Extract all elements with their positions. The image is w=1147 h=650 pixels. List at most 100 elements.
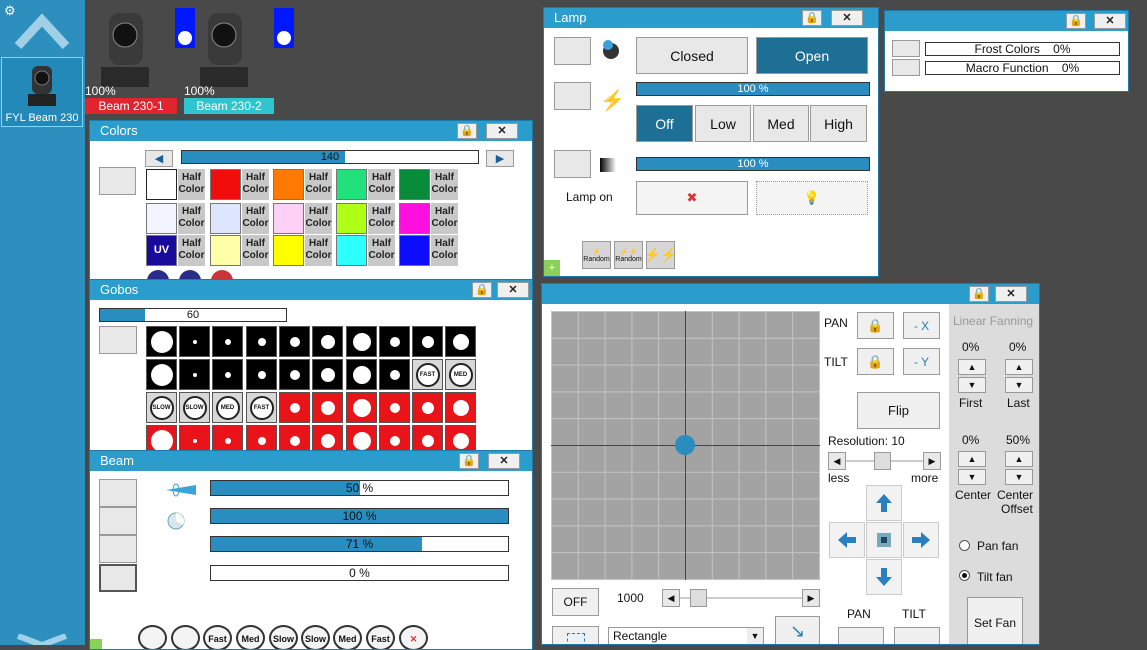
gobo-button[interactable] xyxy=(346,326,377,357)
beam-effect-button[interactable] xyxy=(171,625,200,649)
first-down-button[interactable]: ▼ xyxy=(958,377,986,393)
gobo-button[interactable]: FAST xyxy=(412,359,443,390)
color-swatch[interactable] xyxy=(210,203,241,234)
gobo-button[interactable] xyxy=(279,326,310,357)
gobo-button[interactable] xyxy=(312,392,343,423)
strobe-state-button[interactable] xyxy=(554,82,591,110)
color-swatch[interactable] xyxy=(210,235,241,266)
half-color-button[interactable]: Half Color xyxy=(431,203,458,234)
speed-prev-button[interactable]: ◀ xyxy=(662,589,680,607)
half-color-button[interactable]: Half Color xyxy=(305,235,332,266)
macro-toggle[interactable] xyxy=(892,59,920,76)
color-wheel-bar[interactable]: 140 xyxy=(181,150,479,164)
lock-icon[interactable]: 🔒 xyxy=(459,453,479,469)
shutter-state-button[interactable] xyxy=(554,37,591,65)
fixture-item-1[interactable]: 100% Beam 230-1 xyxy=(85,5,195,114)
effect-off-button[interactable]: OFF xyxy=(552,588,599,616)
collapse-down-icon[interactable] xyxy=(14,634,70,645)
macro-row[interactable]: Macro Function 0% xyxy=(925,61,1120,75)
gobo-button[interactable] xyxy=(379,392,410,423)
xy-cursor[interactable] xyxy=(675,435,695,455)
center-down-button[interactable]: ▼ xyxy=(958,469,986,485)
resolution-more-button[interactable]: ▶ xyxy=(923,452,941,470)
color-swatch[interactable] xyxy=(336,235,367,266)
half-color-button[interactable]: Half Color xyxy=(368,235,395,266)
gobo-button[interactable] xyxy=(312,359,343,390)
beam-state-button-3[interactable] xyxy=(99,535,137,563)
xy-pad[interactable] xyxy=(551,311,820,580)
beam-effect-button[interactable]: Med xyxy=(236,625,265,649)
lamp-on-button[interactable]: 💡 xyxy=(756,181,868,215)
close-icon[interactable]: ✕ xyxy=(486,123,518,139)
gobo-button[interactable] xyxy=(379,326,410,357)
lamp-off-button[interactable]: ✖ xyxy=(636,181,748,215)
close-icon[interactable]: ✕ xyxy=(831,10,863,26)
color-state-button[interactable] xyxy=(99,167,136,195)
strobe-bar[interactable]: 100 % xyxy=(636,82,870,96)
color-swatch[interactable] xyxy=(399,169,430,200)
color-swatch[interactable] xyxy=(146,203,177,234)
half-color-button[interactable]: Half Color xyxy=(368,169,395,200)
beam-bar[interactable]: 100 % xyxy=(210,508,509,524)
gobo-button[interactable] xyxy=(445,326,476,357)
color-swatch[interactable]: UV xyxy=(146,235,177,266)
add-icon[interactable]: + xyxy=(544,260,560,276)
half-color-button[interactable]: Half Color xyxy=(178,203,205,234)
lock-icon[interactable]: 🔒 xyxy=(969,286,989,302)
frost-toggle[interactable] xyxy=(892,40,920,57)
beam-effect-button[interactable]: Slow xyxy=(301,625,330,649)
beam-state-button-2[interactable] xyxy=(99,507,137,535)
close-icon[interactable]: ✕ xyxy=(995,286,1027,302)
pan-bottom-button[interactable] xyxy=(838,627,884,644)
set-fan-button[interactable]: Set Fan xyxy=(967,597,1023,644)
half-color-button[interactable]: Half Color xyxy=(431,235,458,266)
gobo-bar[interactable]: 60 xyxy=(99,308,287,322)
invert-x-button[interactable]: - X xyxy=(903,312,940,339)
color-swatch[interactable] xyxy=(273,235,304,266)
gobo-button[interactable]: FAST xyxy=(246,392,277,423)
move-right-button[interactable] xyxy=(903,522,939,558)
random-button-3[interactable]: ⚡⚡ xyxy=(644,241,677,269)
dimmer-bar[interactable]: 100 % xyxy=(636,157,870,171)
beam-bar[interactable]: 50 % xyxy=(210,480,509,496)
first-up-button[interactable]: ▲ xyxy=(958,359,986,375)
beam-effect-button[interactable]: ✕ xyxy=(399,625,428,649)
color-swatch[interactable] xyxy=(273,169,304,200)
gobo-button[interactable] xyxy=(346,392,377,423)
close-icon[interactable]: ✕ xyxy=(497,282,529,298)
beam-state-button-1[interactable] xyxy=(99,479,137,507)
color-swatch[interactable] xyxy=(399,235,430,266)
gobo-button[interactable] xyxy=(146,326,177,357)
last-down-button[interactable]: ▼ xyxy=(1005,377,1033,393)
color-swatch[interactable] xyxy=(273,203,304,234)
fixture-tile[interactable]: FYL Beam 230 xyxy=(1,57,83,127)
center-button[interactable] xyxy=(866,522,902,558)
fixture-item-2[interactable]: 100% Beam 230-2 xyxy=(184,5,294,114)
beam-effect-button[interactable]: Fast xyxy=(366,625,395,649)
shape-select[interactable]: Rectangle ▼ xyxy=(608,627,764,644)
pan-fan-radio[interactable] xyxy=(959,540,970,551)
close-icon[interactable]: ✕ xyxy=(488,453,520,469)
invert-y-button[interactable]: - Y xyxy=(903,348,940,375)
gobo-button[interactable]: SLOW xyxy=(179,392,210,423)
gobo-button[interactable] xyxy=(246,359,277,390)
gobo-button[interactable] xyxy=(146,359,177,390)
lock-icon[interactable]: 🔒 xyxy=(457,123,477,139)
gobo-button[interactable]: MED xyxy=(212,392,243,423)
color-swatch[interactable] xyxy=(146,169,177,200)
gobo-button[interactable] xyxy=(179,359,210,390)
resolution-thumb[interactable] xyxy=(874,452,891,470)
gobo-button[interactable] xyxy=(212,359,243,390)
offset-up-button[interactable]: ▲ xyxy=(1005,451,1033,467)
gobo-button[interactable] xyxy=(412,326,443,357)
gobo-button[interactable] xyxy=(246,326,277,357)
half-color-button[interactable]: Half Color xyxy=(431,169,458,200)
lock-icon[interactable]: 🔒 xyxy=(472,282,492,298)
tilt-lock-button[interactable]: 🔒 xyxy=(857,348,894,375)
half-color-button[interactable]: Half Color xyxy=(368,203,395,234)
color-swatch[interactable] xyxy=(210,169,241,200)
color-next-button[interactable]: ▶ xyxy=(486,150,514,167)
half-color-button[interactable]: Half Color xyxy=(305,203,332,234)
beam-effect-button[interactable]: Slow xyxy=(269,625,298,649)
gobo-button[interactable] xyxy=(379,359,410,390)
